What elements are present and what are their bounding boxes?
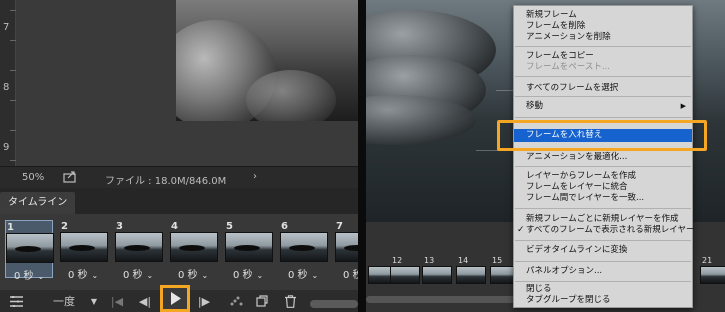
- timeline-scrollbar[interactable]: [366, 296, 516, 303]
- zoom-level[interactable]: 50%: [22, 172, 44, 183]
- frame-1[interactable]: 1 0 秒 ⌄: [5, 220, 54, 282]
- menu-item-new-layers-visible-in-all-frames[interactable]: ✓ すべてのフレームで表示される新規レイヤー: [517, 225, 695, 236]
- menu-separator: [515, 117, 691, 118]
- vertical-ruler: 7 8 9: [0, 0, 16, 166]
- ruler-number: 8: [3, 82, 10, 93]
- menu-separator: [515, 46, 691, 47]
- frame-thumbnail: [280, 232, 328, 262]
- frame-number: 4: [171, 221, 178, 232]
- menu-item-delete-frame[interactable]: フレームを削除: [526, 21, 585, 32]
- status-expand-arrow[interactable]: ›: [253, 171, 257, 182]
- frame[interactable]: 14: [456, 256, 486, 286]
- frame-delay[interactable]: 0 秒⌄: [288, 266, 318, 281]
- play-button[interactable]: [160, 285, 190, 312]
- prev-frame-icon[interactable]: ◀|: [137, 293, 153, 309]
- menu-item-match-layer-across-frames[interactable]: フレーム間でレイヤーを一致...: [526, 193, 644, 204]
- submenu-arrow-icon: ▶: [680, 102, 686, 110]
- frame-thumbnail: [60, 232, 108, 262]
- checkmark-icon: ✓: [517, 225, 525, 235]
- menu-item-close-tab-group[interactable]: タブグループを閉じる: [526, 295, 611, 306]
- frame-5[interactable]: 5 0 秒 ⌄: [225, 220, 273, 281]
- menu-separator: [515, 96, 691, 97]
- file-size-info: ファイル : 18.0M/846.0M: [105, 176, 227, 187]
- frame-delay[interactable]: 0 秒⌄: [178, 266, 208, 281]
- status-bar: 50% ファイル : 18.0M/846.0M ›: [0, 166, 358, 188]
- frame-thumbnail: [170, 232, 218, 262]
- frame[interactable]: 13: [422, 256, 452, 286]
- play-icon: [171, 292, 181, 305]
- menu-item-copy-frame[interactable]: フレームをコピー: [526, 51, 594, 62]
- tab-timeline[interactable]: タイムライン: [0, 192, 76, 214]
- frame-strip: 1 0 秒 ⌄ 2 0 秒 ⌄ 3 0 秒 ⌄ 4 0 秒 ⌄ 5 0 秒 ⌄ 6 0 秒…: [0, 214, 358, 290]
- menu-separator: [515, 281, 691, 282]
- frame-number: 5: [226, 221, 233, 232]
- document-image: [176, 0, 358, 121]
- panel-divider: [358, 0, 366, 312]
- menu-item-panel-options[interactable]: パネルオプション...: [526, 266, 602, 277]
- menu-separator: [515, 166, 691, 167]
- menu-item-move[interactable]: 移動 ▶: [526, 101, 691, 112]
- left-photoshop-window: 7 8 9 50% ファイル : 18.0M/846.0M › タイムライン 1…: [0, 0, 358, 312]
- frame-delay[interactable]: 0 秒⌄: [343, 266, 358, 281]
- menu-separator: [515, 76, 691, 77]
- frame-2[interactable]: 2 0 秒 ⌄: [60, 220, 108, 281]
- export-icon[interactable]: [63, 171, 77, 183]
- trash-icon[interactable]: [282, 293, 298, 309]
- menu-separator: [515, 208, 691, 209]
- frame-delay[interactable]: 0 秒⌄: [68, 266, 98, 281]
- menu-item-paste-frame[interactable]: フレームをペースト...: [526, 62, 610, 73]
- timeline-panel-menu: 新規フレーム フレームを削除 アニメーションを削除 フレームをコピー フレームを…: [513, 5, 695, 308]
- annotation-highlight-box: [497, 120, 707, 151]
- frame-thumbnail: [6, 233, 54, 263]
- menu-separator: [515, 240, 691, 241]
- menu-item-close[interactable]: 閉じる: [526, 284, 552, 295]
- frame[interactable]: 21: [700, 256, 725, 286]
- frame-thumbnail: [115, 232, 163, 262]
- list-icon[interactable]: [8, 293, 24, 309]
- frame-number: 3: [116, 221, 123, 232]
- next-frame-icon[interactable]: |▶: [196, 293, 212, 309]
- frame-delay[interactable]: 0 秒⌄: [233, 266, 263, 281]
- frame-delay[interactable]: 0 秒⌄: [123, 266, 153, 281]
- frame-4[interactable]: 4 0 秒 ⌄: [170, 220, 218, 281]
- menu-item-new-frame[interactable]: 新規フレーム: [526, 10, 577, 21]
- canvas-background: [176, 121, 358, 166]
- frame[interactable]: 12: [390, 256, 420, 286]
- menu-item-optimize-animation[interactable]: アニメーションを最適化...: [526, 152, 627, 163]
- tween-icon[interactable]: [228, 293, 244, 309]
- menu-item-delete-animation[interactable]: アニメーションを削除: [526, 32, 611, 43]
- frame-7[interactable]: 7 0 秒⌄: [335, 220, 358, 281]
- menu-item-flatten-frames-into-layers[interactable]: フレームをレイヤーに統合: [526, 182, 628, 193]
- chevron-down-icon[interactable]: ▼: [88, 293, 100, 309]
- frame-number: 6: [281, 221, 288, 232]
- frame-thumbnail: [335, 232, 358, 262]
- ruler-number: 7: [3, 22, 10, 33]
- first-frame-icon[interactable]: |◀: [110, 293, 124, 309]
- frame-delay[interactable]: 0 秒⌄: [14, 267, 44, 282]
- timeline-scrollbar[interactable]: [310, 300, 358, 308]
- frame-number: 1: [7, 222, 14, 233]
- new-frame-icon[interactable]: [254, 293, 270, 309]
- ruler-number: 9: [3, 142, 10, 153]
- menu-item-make-frames-from-layers[interactable]: レイヤーからフレームを作成: [526, 171, 636, 182]
- menu-item-create-new-layer-per-frame[interactable]: 新規フレームごとに新規レイヤーを作成: [526, 214, 679, 225]
- frame-6[interactable]: 6 0 秒 ⌄: [280, 220, 328, 281]
- menu-item-select-all-frames[interactable]: すべてのフレームを選択: [526, 83, 618, 94]
- timeline-tab-bar: タイムライン: [0, 188, 358, 214]
- menu-separator: [515, 261, 691, 262]
- frame-number: 7: [336, 221, 343, 232]
- frame-thumbnail: [225, 232, 273, 262]
- frame-3[interactable]: 3 0 秒 ⌄: [115, 220, 163, 281]
- canvas-background: [16, 0, 176, 166]
- loop-options-select[interactable]: 一度: [52, 293, 76, 309]
- frame-number: 2: [61, 221, 68, 232]
- menu-item-convert-to-video-timeline[interactable]: ビデオタイムラインに変換: [526, 245, 627, 256]
